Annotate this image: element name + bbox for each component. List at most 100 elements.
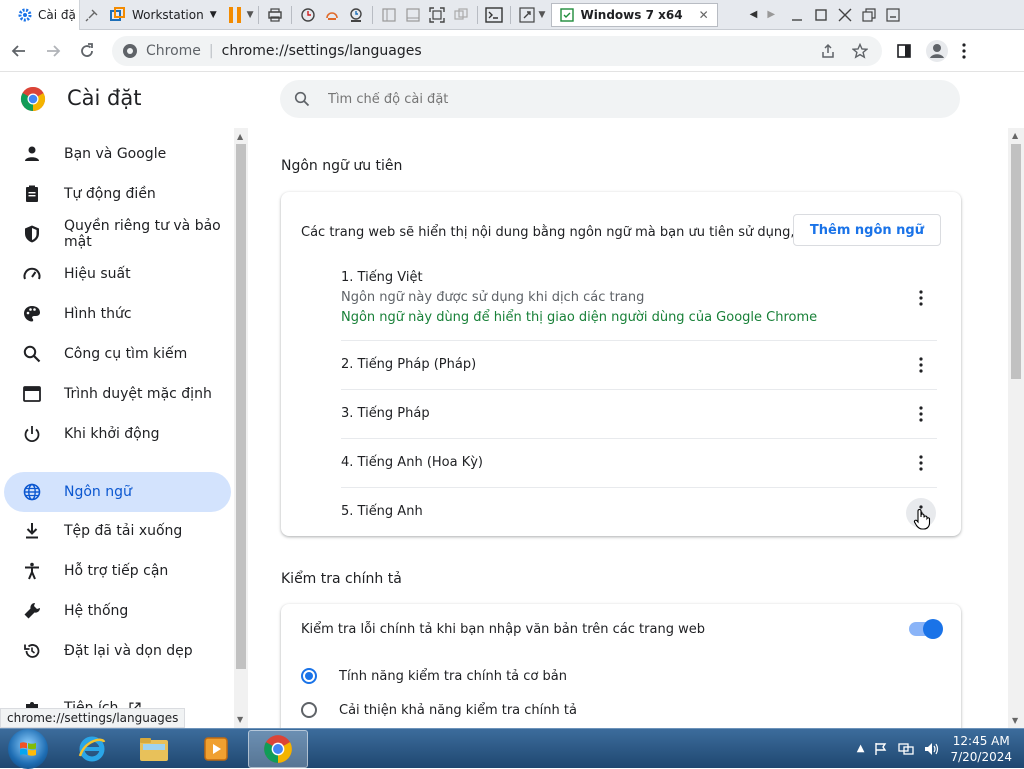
taskbar-explorer[interactable] xyxy=(124,730,184,768)
settings-search[interactable] xyxy=(280,80,960,118)
bookmark-star-icon[interactable] xyxy=(852,42,868,59)
tab-scroll-left-icon[interactable]: ◀ xyxy=(750,9,758,20)
scroll-up-icon[interactable]: ▲ xyxy=(1012,131,1018,140)
folder-icon xyxy=(140,737,168,761)
profile-avatar-icon[interactable] xyxy=(926,39,948,62)
console-button[interactable] xyxy=(482,3,506,27)
send-keys-button[interactable] xyxy=(263,3,287,27)
language-divider xyxy=(341,438,937,439)
scroll-down-icon[interactable]: ▼ xyxy=(237,715,243,724)
sidebar-item-autofill[interactable]: Tự động điền xyxy=(0,174,232,214)
search-input[interactable] xyxy=(326,90,886,108)
share-icon[interactable] xyxy=(820,43,836,59)
sidebar-scrollbar[interactable]: ▲ ▼ xyxy=(234,128,248,728)
forward-button[interactable] xyxy=(38,36,68,66)
language-row-english-us: 4. Tiếng Anh (Hoa Kỳ) xyxy=(341,455,937,470)
chrome-window-tab[interactable]: Cài đặ xyxy=(0,0,80,30)
spellcheck-option-basic[interactable]: Tính năng kiểm tra chính tả cơ bản xyxy=(301,668,567,684)
terminal-icon xyxy=(484,6,503,23)
sidebar-item-you-and-google[interactable]: Bạn và Google xyxy=(0,134,232,174)
spellcheck-option-enhanced[interactable]: Cải thiện khả năng kiểm tra chính tả xyxy=(301,702,577,718)
sidebar-item-appearance[interactable]: Hình thức xyxy=(0,294,232,334)
sidebar-item-search-engine[interactable]: Công cụ tìm kiếm xyxy=(0,334,232,374)
scroll-down-icon[interactable]: ▼ xyxy=(1012,716,1018,725)
taskbar-media-player[interactable] xyxy=(186,730,246,768)
back-button[interactable] xyxy=(4,36,34,66)
sidebar-scroll-thumb[interactable] xyxy=(236,144,246,669)
flag-icon[interactable] xyxy=(874,742,888,756)
workstation-menu[interactable]: Workstation ▼ xyxy=(104,6,223,23)
restore-button[interactable] xyxy=(857,3,881,27)
close-window-button[interactable] xyxy=(833,3,857,27)
taskbar-clock[interactable]: 12:45 AM 7/20/2024 xyxy=(950,733,1012,765)
clock-manager-icon xyxy=(349,7,362,22)
language-menu-button-1[interactable] xyxy=(911,288,931,308)
tab-scroll-right-icon[interactable]: ▶ xyxy=(767,9,775,20)
sidebar-item-reset[interactable]: Đặt lại và dọn dẹp xyxy=(0,631,232,671)
network-icon[interactable] xyxy=(898,742,915,756)
unity-button[interactable] xyxy=(449,3,473,27)
main-scrollbar[interactable]: ▲ ▼ xyxy=(1008,128,1024,728)
language-menu-button-2[interactable] xyxy=(911,355,931,375)
sidebar-item-label: Đặt lại và dọn dẹp xyxy=(64,643,193,659)
language-row-english: 5. Tiếng Anh xyxy=(341,504,937,519)
snapshot-manager-button[interactable] xyxy=(344,3,368,27)
start-button[interactable] xyxy=(8,728,48,769)
snapshot-button[interactable] xyxy=(296,3,320,27)
minimize-icon xyxy=(886,7,900,22)
chevron-down-icon[interactable]: ▼ xyxy=(247,10,254,20)
sidebar-item-downloads[interactable]: Tệp đã tải xuống xyxy=(0,511,232,551)
scroll-up-icon[interactable]: ▲ xyxy=(237,132,243,141)
language-divider xyxy=(341,389,937,390)
sidebar-item-performance[interactable]: Hiệu suất xyxy=(0,254,232,294)
host-minimize-button[interactable] xyxy=(881,3,905,27)
sidebar-item-accessibility[interactable]: Hỗ trợ tiếp cận xyxy=(0,551,232,591)
sidebar-item-on-startup[interactable]: Khi khởi động xyxy=(0,414,232,454)
taskbar-chrome[interactable] xyxy=(248,729,308,768)
show-hidden-icons-icon[interactable]: ▲ xyxy=(857,743,865,754)
sidebar-item-label: Bạn và Google xyxy=(64,146,167,162)
radio-basic-selected[interactable] xyxy=(301,668,317,684)
full-screen-button[interactable] xyxy=(425,3,449,27)
stretch-button[interactable] xyxy=(515,3,539,27)
chevron-down-icon[interactable]: ▼ xyxy=(539,10,546,20)
language-row-vietnamese: 1. Tiếng Việt Ngôn ngữ này được sử dụng … xyxy=(341,270,937,325)
pause-vm-button[interactable] xyxy=(223,3,247,27)
main-scroll-thumb[interactable] xyxy=(1011,144,1021,379)
more-menu-icon[interactable] xyxy=(962,42,966,59)
settings-header: Cài đặt xyxy=(0,72,1024,128)
view-sidebar-button[interactable] xyxy=(377,3,401,27)
sidebar-item-label: Hỗ trợ tiếp cận xyxy=(64,563,169,579)
revert-snapshot-button[interactable] xyxy=(320,3,344,27)
language-menu-button-3[interactable] xyxy=(911,404,931,424)
view-thumbnail-button[interactable] xyxy=(401,3,425,27)
spellcheck-toggle[interactable] xyxy=(909,619,943,639)
spellcheck-card: Kiểm tra lỗi chính tả khi bạn nhập văn b… xyxy=(281,604,961,728)
language-name: 2. Tiếng Pháp (Pháp) xyxy=(341,357,477,372)
language-name: 4. Tiếng Anh (Hoa Kỳ) xyxy=(341,455,484,470)
minimize-button[interactable] xyxy=(785,3,809,27)
more-vertical-icon xyxy=(919,406,923,422)
sidebar-item-system[interactable]: Hệ thống xyxy=(0,591,232,631)
radio-enhanced[interactable] xyxy=(301,702,317,718)
address-bar[interactable]: Chrome | chrome://settings/languages xyxy=(112,35,882,66)
sidebar-item-languages[interactable]: Ngôn ngữ xyxy=(4,472,231,512)
maximize-button[interactable] xyxy=(809,3,833,27)
pin-icon[interactable] xyxy=(80,3,104,27)
workstation-label: Workstation xyxy=(132,7,204,22)
sidebar-item-label: Hiệu suất xyxy=(64,266,131,282)
bottom-layout-icon xyxy=(405,7,420,22)
language-menu-button-4[interactable] xyxy=(911,453,931,473)
reload-button[interactable] xyxy=(72,36,102,66)
close-icon[interactable]: ✕ xyxy=(699,8,709,22)
sidebar-item-privacy[interactable]: Quyền riêng tư và bảo mật xyxy=(0,214,232,254)
sidebar-item-default-browser[interactable]: Trình duyệt mặc định xyxy=(0,374,232,414)
volume-icon[interactable] xyxy=(924,742,940,756)
restore-window-icon xyxy=(862,7,876,22)
taskbar-ie[interactable] xyxy=(62,730,122,768)
add-language-button[interactable]: Thêm ngôn ngữ xyxy=(792,214,941,246)
more-vertical-icon xyxy=(919,357,923,373)
side-panel-icon[interactable] xyxy=(896,43,912,59)
vm-tab[interactable]: Windows 7 x64 ✕ xyxy=(551,2,718,27)
language-translate-note: Ngôn ngữ này được sử dụng khi dịch các t… xyxy=(341,290,645,305)
